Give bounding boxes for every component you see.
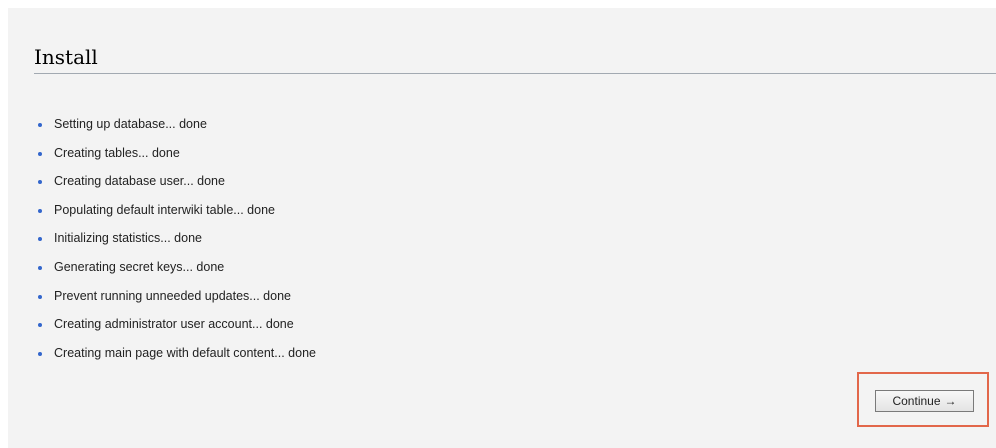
- install-step-text: Setting up database... done: [54, 117, 207, 131]
- page-title: Install: [34, 45, 98, 69]
- install-step: Populating default interwiki table... do…: [36, 202, 316, 231]
- install-step-text: Creating main page with default content.…: [54, 345, 316, 360]
- install-step-text: Creating administrator user account... d…: [54, 317, 294, 332]
- install-step: Creating tables... done: [36, 145, 316, 174]
- bullet-icon: [38, 294, 42, 299]
- install-step: Setting up database... done: [36, 116, 316, 145]
- bullet-icon: [38, 265, 42, 270]
- install-step: Creating main page with default content.…: [36, 345, 316, 374]
- install-step-text: Creating tables... done: [54, 145, 180, 160]
- install-step-text: Initializing statistics... done: [54, 231, 202, 246]
- install-step: Initializing statistics... done: [36, 230, 316, 259]
- bullet-icon: [38, 208, 42, 213]
- heading-divider: [34, 73, 996, 74]
- bullet-icon: [38, 351, 42, 356]
- install-step: Creating administrator user account... d…: [36, 316, 316, 345]
- page: Install Setting up database... done Crea…: [0, 0, 996, 448]
- install-step: Generating secret keys... done: [36, 259, 316, 288]
- bullet-icon: [38, 123, 42, 127]
- install-step-text: Creating database user... done: [54, 174, 225, 189]
- arrow-right-icon: →: [944, 394, 957, 408]
- install-step-text: Populating default interwiki table... do…: [54, 202, 275, 217]
- bullet-icon: [38, 237, 42, 242]
- install-step-text: Generating secret keys... done: [54, 259, 225, 274]
- bullet-icon: [38, 180, 42, 185]
- continue-label: Continue: [892, 394, 941, 408]
- install-step: Prevent running unneeded updates... done: [36, 288, 316, 317]
- install-steps-list: Setting up database... done Creating tab…: [36, 116, 316, 373]
- install-step: Creating database user... done: [36, 173, 316, 202]
- bullet-icon: [38, 151, 42, 156]
- continue-button[interactable]: Continue →: [875, 390, 974, 412]
- install-step-text: Prevent running unneeded updates... done: [54, 288, 291, 303]
- bullet-icon: [38, 323, 42, 328]
